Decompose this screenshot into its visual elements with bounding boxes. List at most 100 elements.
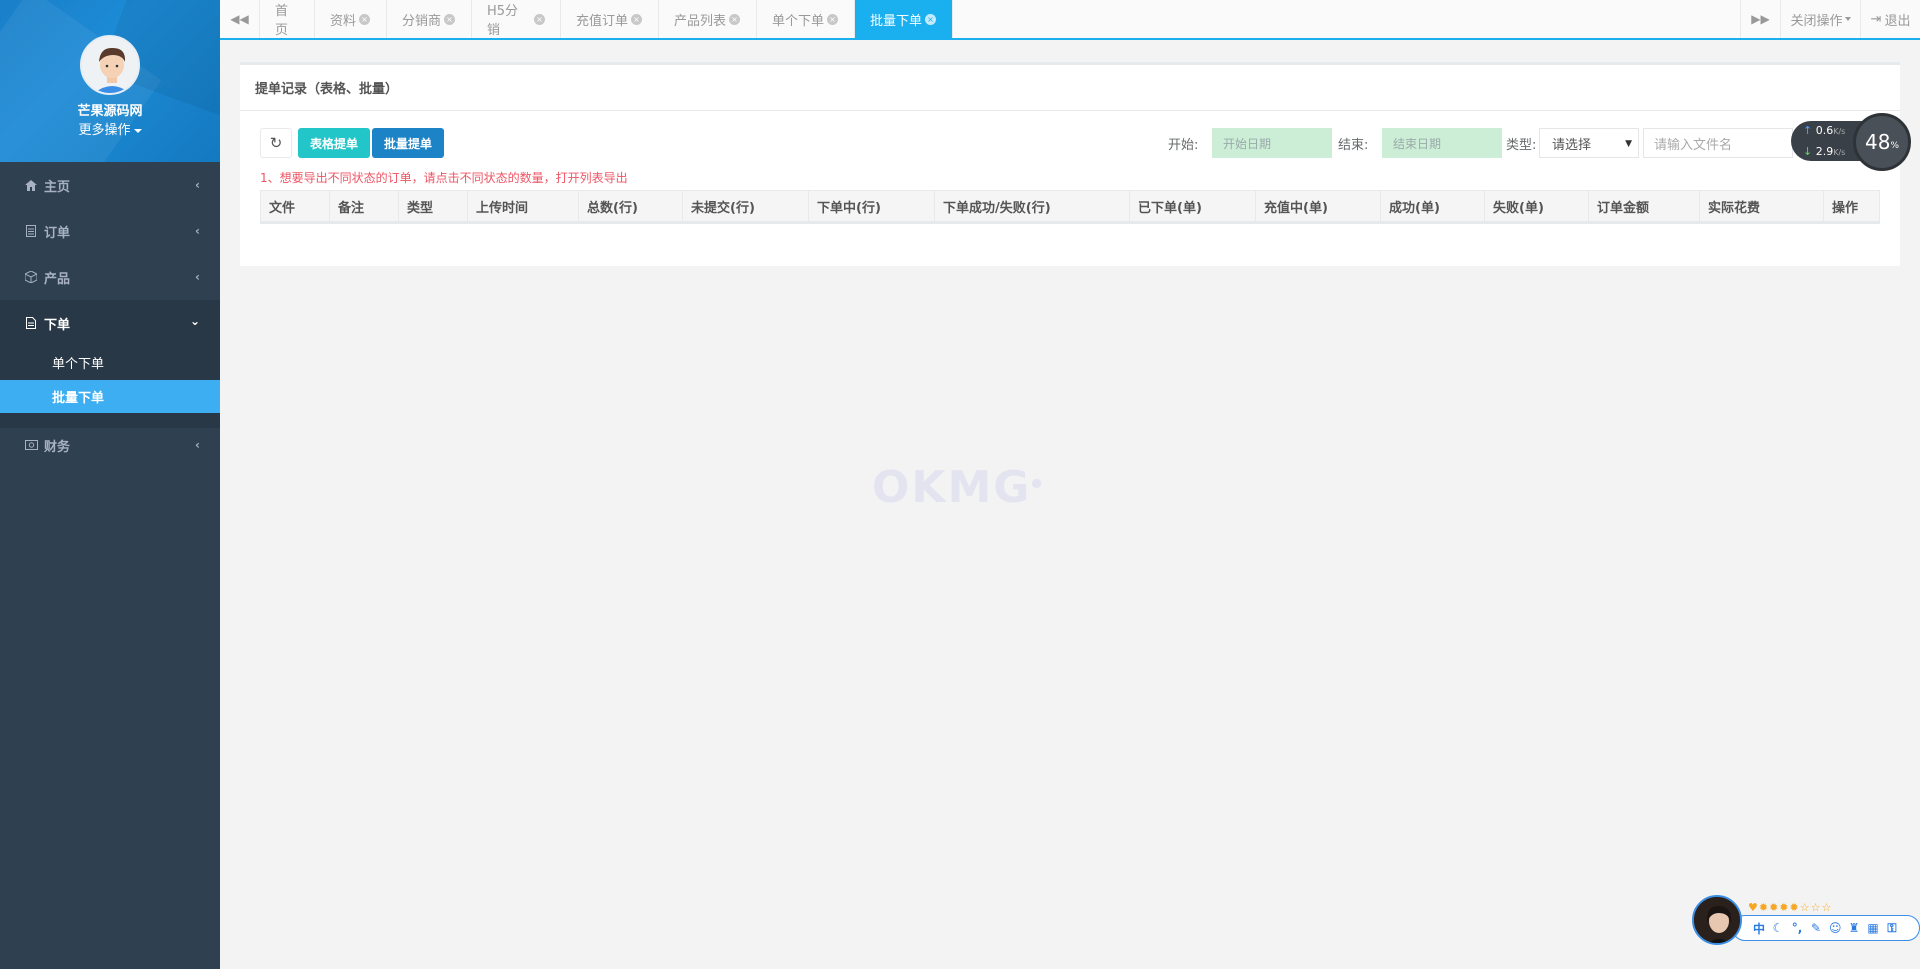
column-header-upload-time[interactable]: 上传时间 — [468, 191, 579, 223]
sidebar: 芒果源码网 更多操作 主页 ‹ 订单 ‹ 产品 ‹ 下单 ⌄ 单个下单 批量下单… — [0, 0, 220, 969]
column-header-unsubmitted-rows[interactable]: 未提交(行) — [683, 191, 809, 223]
tab-scroll-left-button[interactable]: ◀◀ — [220, 0, 260, 38]
sidebar-item-home[interactable]: 主页 ‹ — [0, 162, 220, 208]
tab-recharge-orders[interactable]: 充值订单 × — [561, 0, 659, 38]
chevron-down-icon: ⌄ — [189, 314, 200, 328]
column-header-order-amount[interactable]: 订单金额 — [1589, 191, 1700, 223]
close-icon[interactable]: × — [925, 13, 937, 25]
usage-percent: 48 — [1864, 130, 1891, 154]
close-icon[interactable]: × — [729, 13, 741, 25]
sidebar-item-label: 下单 — [44, 317, 71, 333]
tab-label: 批量下单 — [870, 13, 923, 29]
tab-label: 首页 — [275, 4, 289, 38]
sidebar-item-finance[interactable]: 财务 ‹ — [0, 422, 220, 468]
tab-distributors[interactable]: 分销商 × — [387, 0, 472, 38]
avatar[interactable] — [80, 35, 140, 95]
tab-label: 产品列表 — [674, 13, 727, 29]
tab-single-order[interactable]: 单个下单 × — [757, 0, 855, 38]
type-select[interactable]: 请选择 ▼ — [1539, 128, 1639, 158]
column-header-ordering-rows[interactable]: 下单中(行) — [809, 191, 935, 223]
ime-bar: 中 ☾ °, ✎ ☺ ♜ ▦ ⚿ — [1732, 915, 1920, 941]
column-header-actual-cost[interactable]: 实际花费 — [1700, 191, 1824, 223]
close-icon[interactable]: × — [631, 13, 643, 25]
sidebar-submenu: 单个下单 批量下单 — [0, 346, 220, 428]
column-header-success-fail-rows[interactable]: 下单成功/失败(行) — [935, 191, 1130, 223]
tab-label: 充值订单 — [576, 13, 629, 29]
end-date-input[interactable]: 结束日期 — [1382, 128, 1502, 158]
sidebar-item-products[interactable]: 产品 ‹ — [0, 254, 220, 300]
more-actions-label: 更多操作 — [78, 123, 131, 138]
tab-home[interactable]: 首页 — [260, 0, 315, 38]
panel-title: 提单记录（表格、批量） — [240, 65, 1900, 111]
chevron-down-icon: ▼ — [1625, 139, 1632, 149]
filename-input[interactable]: 请输入文件名 — [1643, 128, 1793, 158]
chevron-left-icon: ‹ — [195, 224, 200, 238]
logout-label: 退出 — [1884, 13, 1911, 29]
column-header-actions[interactable]: 操作 — [1824, 191, 1879, 223]
tab-product-list[interactable]: 产品列表 × — [659, 0, 757, 38]
refresh-icon: ↻ — [269, 134, 283, 152]
column-header-success[interactable]: 成功(单) — [1381, 191, 1485, 223]
sidebar-item-orders[interactable]: 订单 ‹ — [0, 208, 220, 254]
column-header-failed[interactable]: 失败(单) — [1485, 191, 1589, 223]
tab-batch-order[interactable]: 批量下单 × — [855, 0, 953, 38]
close-icon[interactable]: × — [359, 13, 371, 25]
ime-toolbar[interactable]: 中 ☾ °, ✎ ☺ ♜ ▦ ⚿ ♥✹✹✹✹☆☆☆ — [1692, 895, 1920, 947]
close-icon[interactable]: × — [444, 13, 456, 25]
sidebar-item-label: 产品 — [44, 271, 71, 287]
batch-submit-button[interactable]: 批量提单 — [372, 128, 444, 158]
punctuation-icon[interactable]: °, — [1791, 921, 1803, 935]
tab-scroll-right-button[interactable]: ▶▶ — [1740, 0, 1780, 38]
chevron-left-icon: ‹ — [195, 178, 200, 192]
sidebar-subitem-batch-order[interactable]: 批量下单 — [0, 380, 220, 413]
refresh-button[interactable]: ↻ — [260, 128, 292, 158]
type-label: 类型: — [1506, 138, 1537, 153]
moon-icon[interactable]: ☾ — [1772, 921, 1784, 935]
tab-h5-distribution[interactable]: H5分销 × — [472, 0, 561, 38]
usage-percent-unit: % — [1890, 141, 1899, 151]
tab-label: 资料 — [330, 13, 357, 29]
column-header-recharging[interactable]: 充值中(单) — [1256, 191, 1381, 223]
ime-avatar[interactable] — [1692, 895, 1742, 945]
tab-profile[interactable]: 资料 × — [315, 0, 387, 38]
double-chevron-right-icon: ▶▶ — [1751, 12, 1770, 26]
column-header-total-rows[interactable]: 总数(行) — [579, 191, 683, 223]
profile-header: 芒果源码网 更多操作 — [0, 0, 220, 162]
column-header-remark[interactable]: 备注 — [330, 191, 399, 223]
skin-icon[interactable]: ♜ — [1848, 921, 1860, 935]
sidebar-item-label: 订单 — [44, 225, 71, 241]
ime-level-stars: ♥✹✹✹✹☆☆☆ — [1748, 901, 1833, 914]
cube-icon — [24, 270, 38, 284]
wrench-icon[interactable]: ✎ — [1810, 921, 1822, 935]
lock-icon[interactable]: ⚿ — [1886, 921, 1898, 936]
close-operations-dropdown[interactable]: 关闭操作 — [1780, 0, 1860, 38]
sidebar-subitem-label: 单个下单 — [52, 357, 105, 372]
close-icon[interactable]: × — [827, 13, 839, 25]
type-select-value: 请选择 — [1552, 137, 1592, 153]
network-speed-widget[interactable]: ↑ 0.6K/s ↓ 2.9K/s 48% — [1791, 113, 1911, 171]
close-icon[interactable]: × — [534, 13, 545, 25]
emoji-icon[interactable]: ☺ — [1829, 921, 1842, 935]
start-date-input[interactable]: 开始日期 — [1212, 128, 1332, 158]
more-actions-dropdown[interactable]: 更多操作 — [0, 119, 220, 138]
column-header-file[interactable]: 文件 — [261, 191, 330, 223]
column-header-type[interactable]: 类型 — [399, 191, 468, 223]
end-date-label: 结束: — [1338, 138, 1369, 153]
arrow-up-icon: ↑ — [1803, 124, 1813, 137]
sidebar-subitem-single-order[interactable]: 单个下单 — [0, 346, 220, 379]
column-header-ordered[interactable]: 已下单(单) — [1130, 191, 1256, 223]
ime-language-toggle[interactable]: 中 — [1753, 920, 1765, 937]
money-icon — [24, 438, 38, 452]
chevron-left-icon: ‹ — [195, 270, 200, 284]
logout-icon: ⇥ — [1870, 11, 1882, 27]
grid-icon[interactable]: ▦ — [1867, 921, 1879, 935]
home-icon — [24, 178, 38, 192]
logout-button[interactable]: ⇥ 退出 — [1860, 0, 1920, 38]
download-speed-value: 2.9 — [1815, 145, 1834, 158]
sidebar-item-label: 财务 — [44, 439, 71, 455]
file-icon — [24, 316, 38, 330]
sidebar-item-place-order[interactable]: 下单 ⌄ — [0, 300, 220, 346]
download-speed: ↓ 2.9K/s — [1803, 145, 1845, 158]
table-submit-button[interactable]: 表格提单 — [298, 128, 370, 158]
tab-bar: ◀◀ 首页 资料 × 分销商 × H5分销 × 充值订单 × 产品列表 × 单个下单 × 批… — [220, 0, 1920, 40]
